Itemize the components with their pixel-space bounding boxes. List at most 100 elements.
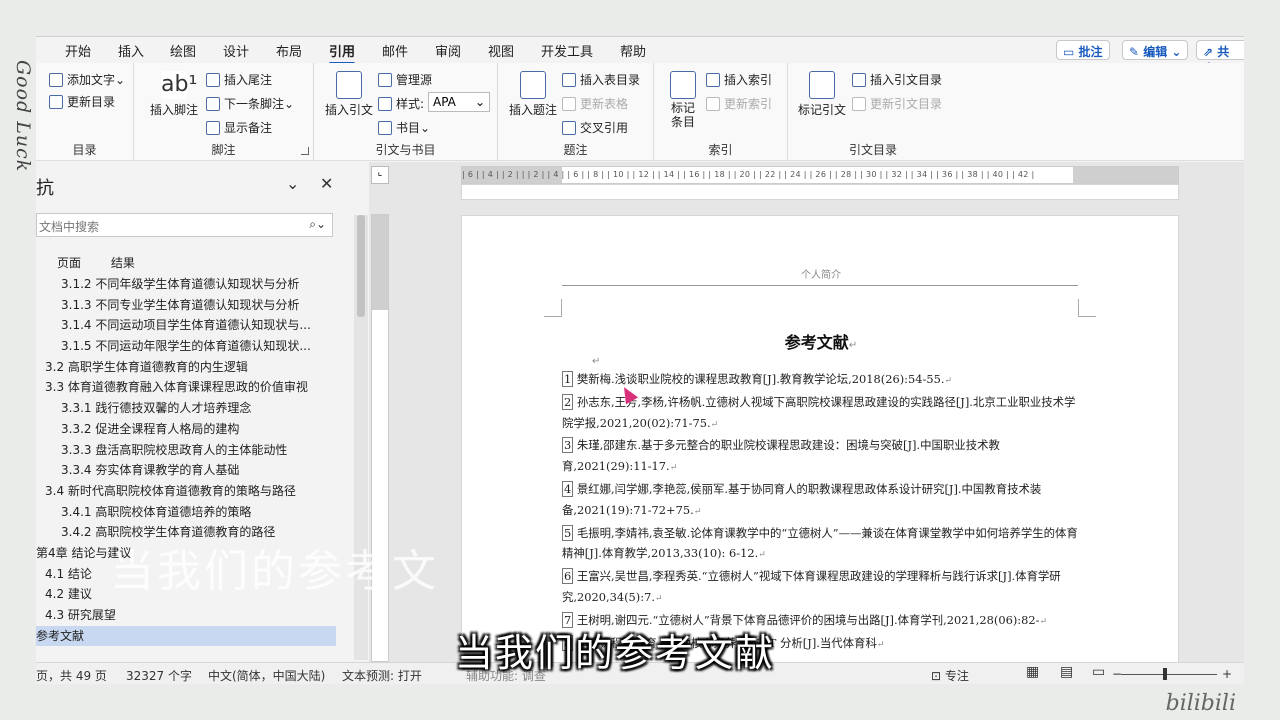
tab-developer[interactable]: 开发工具 (541, 41, 593, 60)
paragraph-mark-icon: ↵ (710, 419, 719, 430)
nav-heading-item[interactable]: 3.1.5 不同运动年限学生的体育道德认知现状... (36, 336, 336, 357)
insert-endnote-button[interactable]: 插入尾注 (206, 71, 272, 88)
nav-heading-list: 3.1.2 不同年级学生体育道德认知现状与分析 3.1.3 不同专业学生体育道德认… (36, 274, 336, 662)
reference-entry[interactable]: 6 王富兴,吴世昌,李程秀英.“立德树人”视域下体育课程思政建设的学理释析与践行… (562, 566, 1080, 610)
add-text-label: 添加文字 (67, 73, 116, 87)
tab-help[interactable]: 帮助 (620, 41, 646, 60)
insert-caption-button[interactable]: 插入题注 (506, 71, 560, 118)
nav-heading-item[interactable]: 3.3.4 夯实体育课教学的育人基础 (36, 460, 336, 481)
group-label-index: 索引 (708, 143, 733, 157)
close-icon[interactable]: ✕ (320, 174, 333, 193)
web-layout-icon[interactable]: ▭ (1092, 664, 1105, 680)
ribbon-tabbar: 开始 插入 绘图 设计 布局 引用 邮件 审阅 视图 开发工具 帮助 ▭ 批注 … (36, 37, 1244, 76)
nav-search-input[interactable]: 文档中搜索 ⌕⌄ (36, 213, 333, 237)
zoom-in-icon[interactable]: + (1222, 667, 1232, 681)
mark-citation-label: 标记引文 (797, 103, 846, 117)
share-button[interactable]: ⇗ 共享 (1196, 40, 1244, 76)
reference-entry[interactable]: 3 朱瑾,邵建东.基于多元整合的职业院校课程思政建设：困境与突破[J].中国职业… (562, 435, 1080, 479)
nav-heading-item[interactable]: 3.1.4 不同运动项目学生体育道德认知现状与... (36, 315, 336, 336)
nav-heading-item[interactable]: 3.1.2 不同年级学生体育道德认知现状与分析 (36, 274, 336, 295)
mark-citation-button[interactable]: 标记引文 (794, 71, 850, 118)
editing-button[interactable]: ✎ 编辑 ⌄ (1122, 40, 1189, 60)
nav-heading-item[interactable]: 3.3 体育道德教育融入体育课课程思政的价值审视 (36, 377, 336, 398)
comments-button[interactable]: ▭ 批注 (1056, 40, 1110, 60)
nav-heading-item[interactable]: 3.3.3 盘活高职院校思政育人的主体能动性 (36, 440, 336, 461)
mark-entry-button[interactable]: 标记条目 (664, 71, 702, 129)
nav-heading-item[interactable]: 3.4.1 高职院校体育道德培养的策略 (36, 502, 336, 523)
reference-entry[interactable]: 2 孙志东,王芳,李杨,许杨帆.立德树人视域下高职院校课程思政建设的实践路径[J… (562, 392, 1080, 436)
insert-footnote-button[interactable]: ab¹ 插入脚注 (148, 71, 200, 118)
nav-tab-pages[interactable]: 页面 (57, 256, 81, 270)
table-of-figures-icon (562, 72, 576, 87)
group-label-toc: 目录 (72, 143, 97, 157)
tab-references[interactable]: 引用 (329, 41, 356, 65)
ribbon: 添加文字 ⌄ 更新目录 目录 ab¹ 插入脚注 插入尾注 下一条脚注 ⌄ 显示备注… (36, 63, 1244, 161)
tab-layout[interactable]: 布局 (276, 41, 302, 60)
reference-number: 5 (562, 524, 574, 541)
zoom-slider-thumb[interactable] (1163, 668, 1167, 680)
cross-reference-button[interactable]: 交叉引用 (562, 119, 628, 136)
subtitle-ghost: 当我们的参考文 (110, 546, 439, 597)
insert-toa-button[interactable]: 插入引文目录 (852, 71, 942, 88)
nav-heading-item[interactable]: 4.3 研究展望 (36, 605, 336, 626)
bilibili-watermark: bilibili (1165, 691, 1236, 716)
nav-heading-item[interactable]: 参考文献 (36, 625, 336, 647)
status-text-prediction[interactable]: 文本预测: 打开 (342, 667, 422, 684)
footnotes-dialog-launcher-icon[interactable] (301, 147, 309, 155)
chevron-down-icon: ⌄ (284, 96, 295, 111)
insert-table-of-figures-button[interactable]: 插入表目录 (562, 71, 640, 88)
insert-index-button[interactable]: 插入索引 (706, 71, 772, 88)
mark-entry-icon (670, 71, 696, 99)
tab-mailings[interactable]: 邮件 (382, 41, 408, 60)
nav-heading-item[interactable]: 3.1.3 不同专业学生体育道德认知现状与分析 (36, 295, 336, 316)
chevron-down-icon: ⌄ (420, 120, 431, 135)
nav-heading-item[interactable]: 3.3.2 促进全课程育人格局的建构 (36, 419, 336, 440)
bibliography-button[interactable]: 书目 ⌄ (378, 119, 430, 136)
update-toc-button[interactable]: 更新目录 (49, 93, 115, 110)
tab-review[interactable]: 审阅 (435, 41, 461, 60)
citation-style-select[interactable]: APA ⌄ (428, 92, 490, 112)
nav-heading-item[interactable]: 3.4 新时代高职院校体育道德教育的策略与路径 (36, 481, 336, 502)
focus-button[interactable]: ⊡ 专注 (931, 667, 969, 684)
paragraph-mark-icon: ↵ (1039, 616, 1047, 627)
tab-view[interactable]: 视图 (488, 41, 514, 60)
status-word-count[interactable]: 32327 个字 (126, 667, 192, 684)
print-layout-icon[interactable]: ▤ (1060, 664, 1073, 680)
update-index-button[interactable]: 更新索引 (706, 95, 772, 112)
nav-heading-item[interactable]: 3.2 高职学生体育道德教育的内生逻辑 (36, 357, 336, 378)
read-mode-icon[interactable]: ▦ (1026, 664, 1039, 680)
reference-number: 4 (562, 480, 574, 497)
tab-design[interactable]: 设计 (223, 41, 249, 60)
tab-selector[interactable]: ⌞ (371, 166, 389, 184)
next-footnote-button[interactable]: 下一条脚注 ⌄ (206, 95, 294, 112)
tab-insert[interactable]: 插入 (118, 41, 144, 60)
chevron-down-icon[interactable]: ⌄ (286, 174, 299, 193)
paragraph-mark-icon: ↵ (669, 463, 678, 474)
mark-citation-icon (809, 71, 835, 99)
update-table-button[interactable]: 更新表格 (562, 95, 628, 112)
reference-entry[interactable]: 1 樊新梅.浅谈职业院校的课程思政教育[J].教育教学论坛,2018(26):5… (562, 369, 1080, 392)
horizontal-ruler[interactable]: | 6 | | 4 | | 2 | | | 2 | | 4 | | 6 | | … (461, 166, 1179, 184)
nav-heading-item[interactable]: 3.3.1 践行德技双馨的人才培养理念 (36, 398, 336, 419)
zoom-slider-track[interactable] (1121, 674, 1217, 675)
search-icon[interactable]: ⌕⌄ (309, 217, 326, 232)
manage-sources-button[interactable]: 管理源 (378, 71, 432, 88)
update-table-label: 更新表格 (580, 97, 629, 111)
chevron-down-icon: ⌄ (1167, 45, 1182, 59)
status-page-count[interactable]: 页，共 49 页 (36, 667, 107, 684)
show-notes-button[interactable]: 显示备注 (206, 119, 272, 136)
tab-home[interactable]: 开始 (65, 41, 91, 60)
manage-sources-icon (378, 72, 392, 87)
update-toa-button[interactable]: 更新引文目录 (852, 95, 942, 112)
reference-text: 毛振明,李婧祎,袁圣敏.论体育课教学中的“立德树人”——兼谈在体育课堂教学中如何… (562, 525, 1078, 561)
status-language[interactable]: 中文(简体，中国大陆) (208, 667, 325, 684)
document-page[interactable]: 个人简介 参考文献↵ ↵ 1 樊新梅.浅谈职业院校的课程思政教育[J].教育教学… (461, 215, 1179, 662)
nav-scrollbar-thumb[interactable] (357, 215, 365, 317)
nav-tab-results[interactable]: 结果 (111, 256, 135, 270)
insert-citation-button[interactable]: 插入引文 (322, 71, 376, 118)
tab-draw[interactable]: 绘图 (170, 41, 196, 60)
references-heading: 参考文献↵ (462, 329, 1180, 353)
reference-entry[interactable]: 5 毛振明,李婧祎,袁圣敏.论体育课教学中的“立德树人”——兼谈在体育课堂教学中… (562, 523, 1080, 567)
reference-entry[interactable]: 4 景红娜,闫学娜,李艳蕊,侯丽军.基于协同育人的职教课程思政体系设计研究[J]… (562, 479, 1080, 523)
add-text-button[interactable]: 添加文字 ⌄ (49, 71, 125, 88)
